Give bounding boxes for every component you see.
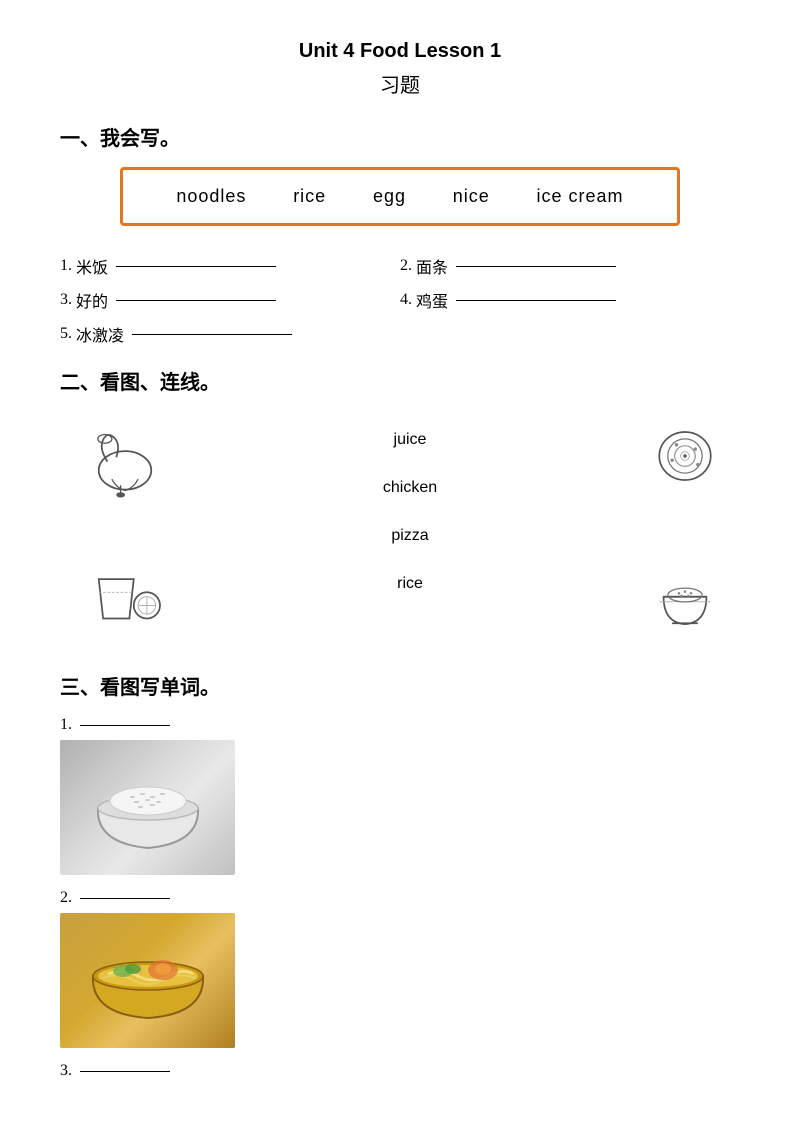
write-item-1: 1. <box>60 716 740 875</box>
fill-num-1: 1. <box>60 257 72 275</box>
fill-row-1: 1. 米饭 2. 面条 <box>60 254 740 278</box>
fill-line-5[interactable] <box>132 334 292 335</box>
write-label-1: 1. <box>60 716 740 734</box>
fill-label-5: 冰激凌 <box>76 322 124 346</box>
section3-header: 三、看图写单词。 <box>60 671 740 700</box>
section1-header: 一、我会写。 <box>60 122 740 151</box>
write-label-2: 2. <box>60 889 740 907</box>
word-juice: juice <box>394 431 427 449</box>
fill-item-5: 5. 冰激凌 <box>60 322 400 346</box>
fill-label-2: 面条 <box>416 254 448 278</box>
fill-num-4: 4. <box>400 291 412 309</box>
word-box: noodles rice egg nice ice cream <box>120 167 680 226</box>
page-title: Unit 4 Food Lesson 1 <box>60 40 740 63</box>
write-num-3: 3. <box>60 1062 72 1080</box>
write-item-3: 3. <box>60 1062 740 1080</box>
fill-row-2: 3. 好的 4. 鸡蛋 <box>60 288 740 312</box>
pizza-image <box>650 426 720 491</box>
word-rice: rice <box>293 186 326 207</box>
fill-line-3[interactable] <box>116 300 276 301</box>
fill-item-4: 4. 鸡蛋 <box>400 288 740 312</box>
fill-line-1[interactable] <box>116 266 276 267</box>
noodle-photo <box>60 913 235 1048</box>
connect-area: juice chicken pizza rice <box>60 411 740 671</box>
connect-words: juice chicken pizza rice <box>383 431 437 593</box>
fill-row-3: 5. 冰激凌 <box>60 322 740 346</box>
write-label-3: 3. <box>60 1062 740 1080</box>
word-noodles: noodles <box>176 186 246 207</box>
fill-section: 1. 米饭 2. 面条 3. 好的 4. 鸡蛋 5. 冰激凌 <box>60 254 740 346</box>
write-line-3[interactable] <box>80 1071 170 1072</box>
connect-left-images <box>80 421 170 641</box>
juice-image <box>80 566 170 641</box>
fill-line-4[interactable] <box>456 300 616 301</box>
chicken-image <box>80 431 170 506</box>
word-nice: nice <box>453 186 490 207</box>
fill-line-2[interactable] <box>456 266 616 267</box>
fill-item-3: 3. 好的 <box>60 288 400 312</box>
word-rice: rice <box>397 575 423 593</box>
word-ice-cream: ice cream <box>537 186 624 207</box>
subtitle: 习题 <box>60 69 740 98</box>
fill-label-4: 鸡蛋 <box>416 288 448 312</box>
section3-content: 1. <box>60 716 740 1080</box>
fill-label-1: 米饭 <box>76 254 108 278</box>
fill-num-5: 5. <box>60 325 72 343</box>
write-line-2[interactable] <box>80 898 170 899</box>
connect-right-images <box>650 421 720 636</box>
rice-bowl-image <box>650 571 720 636</box>
word-egg: egg <box>373 186 406 207</box>
write-line-1[interactable] <box>80 725 170 726</box>
write-num-2: 2. <box>60 889 72 907</box>
section2-header: 二、看图、连线。 <box>60 366 740 395</box>
fill-item-1: 1. 米饭 <box>60 254 400 278</box>
word-chicken: chicken <box>383 479 437 497</box>
fill-num-3: 3. <box>60 291 72 309</box>
rice-photo <box>60 740 235 875</box>
fill-label-3: 好的 <box>76 288 108 312</box>
write-item-2: 2. <box>60 889 740 1048</box>
fill-item-2: 2. 面条 <box>400 254 740 278</box>
word-pizza: pizza <box>391 527 428 545</box>
write-num-1: 1. <box>60 716 72 734</box>
fill-num-2: 2. <box>400 257 412 275</box>
